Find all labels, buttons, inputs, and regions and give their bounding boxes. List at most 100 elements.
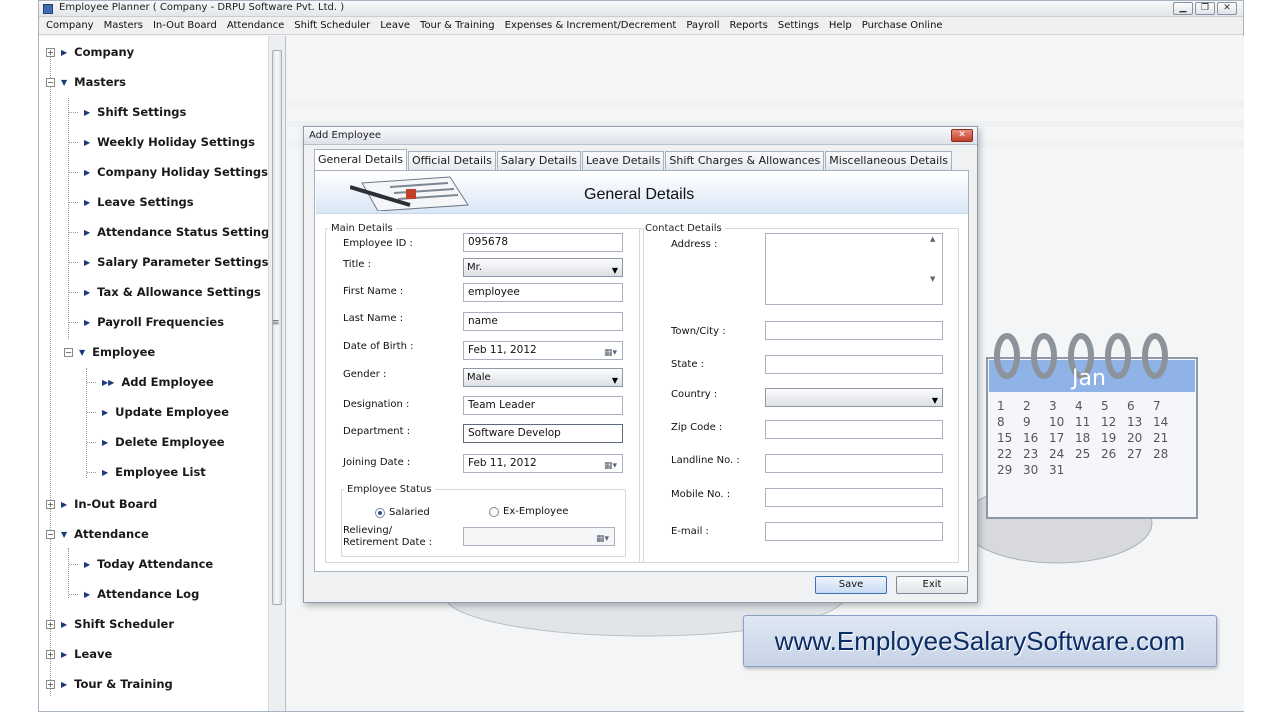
zip-code-field[interactable] (765, 420, 943, 439)
arrow-icon: ▶ (84, 317, 91, 327)
expand-icon[interactable]: + (46, 619, 55, 629)
calendar-graphic: Jan 1 2 3 4 5 6 78 9 10 11 12 13 1415 16 17 18 19 20 2122 2… (977, 333, 1198, 564)
tree-item-attendance-status-settings[interactable]: ▶ Attendance Status Settings (69, 223, 276, 241)
tree-item-payroll-frequencies[interactable]: ▶ Payroll Frequencies (69, 313, 224, 331)
department-label: Department : (343, 426, 411, 437)
tree-item-tax-allowance-settings[interactable]: ▶ Tax & Allowance Settings (69, 283, 261, 301)
menu-company[interactable]: Company (41, 20, 99, 31)
tree-item-attendance-log[interactable]: ▶ Attendance Log (69, 585, 199, 603)
country-select[interactable]: ▼ (765, 388, 943, 407)
tab-official-details[interactable]: Official Details (407, 151, 496, 170)
address-textarea[interactable]: ▲ ▼ (765, 233, 943, 305)
menu-masters[interactable]: Masters (99, 20, 148, 31)
tree-item-employee[interactable]: − ▼ Employee (64, 343, 155, 361)
expand-icon[interactable]: + (46, 649, 55, 659)
menu-settings[interactable]: Settings (773, 20, 824, 31)
tree-item-in-out-board[interactable]: + ▶ In-Out Board (46, 495, 157, 513)
relieving-label-line2: Retirement Date : (343, 537, 433, 548)
employee-id-field[interactable]: 095678 (463, 233, 623, 252)
minimize-button[interactable]: ▁ (1173, 2, 1193, 15)
department-field[interactable]: Software Develop (463, 424, 623, 443)
menu-tour-training[interactable]: Tour & Training (415, 20, 500, 31)
calendar-day: 28 (1153, 447, 1168, 461)
menu-attendance[interactable]: Attendance (222, 20, 289, 31)
menu-expenses[interactable]: Expenses & Increment/Decrement (500, 20, 682, 31)
tree-item-leave[interactable]: + ▶ Leave (46, 645, 112, 663)
tree-item-tour-training[interactable]: + ▶ Tour & Training (46, 675, 173, 693)
calendar-dropdown-icon[interactable]: ▦▾ (604, 458, 617, 472)
document-pen-icon (350, 176, 469, 211)
tab-leave-details[interactable]: Leave Details (582, 151, 665, 170)
tree-item-shift-settings[interactable]: ▶ Shift Settings (69, 103, 186, 121)
arrow-icon: ▶ (61, 649, 68, 659)
calendar-day: 14 (1153, 415, 1168, 429)
collapse-icon[interactable]: − (64, 347, 73, 357)
tree-item-weekly-holiday-settings[interactable]: ▶ Weekly Holiday Settings (69, 133, 255, 151)
arrow-icon: ▶ (102, 467, 109, 477)
tree-item-today-attendance[interactable]: ▶ Today Attendance (69, 555, 213, 573)
tree-item-leave-settings[interactable]: ▶ Leave Settings (69, 193, 194, 211)
calendar-day: 1 (997, 399, 1005, 413)
tree-item-employee-list[interactable]: ▶ Employee List (87, 463, 206, 481)
gender-select[interactable]: Male ▼ (463, 368, 623, 387)
joining-date-picker[interactable]: Feb 11, 2012 ▦▾ (463, 454, 623, 473)
menu-help[interactable]: Help (824, 20, 857, 31)
menu-in-out-board[interactable]: In-Out Board (148, 20, 222, 31)
tab-miscellaneous-details[interactable]: Miscellaneous Details (825, 151, 953, 170)
save-button[interactable]: Save (815, 576, 887, 594)
calendar-dropdown-icon[interactable]: ▦▾ (596, 531, 609, 545)
tree-item-company[interactable]: + ▶ Company (46, 43, 134, 61)
tree-item-update-employee[interactable]: ▶ Update Employee (87, 403, 229, 421)
last-name-field[interactable]: name (463, 312, 623, 331)
tree-item-salary-parameter-settings[interactable]: ▶ Salary Parameter Settings (69, 253, 268, 271)
ex-employee-radio[interactable]: Ex-Employee (489, 506, 568, 517)
calendar-day: 22 (997, 447, 1012, 461)
expand-icon[interactable]: + (46, 47, 55, 57)
landline-field[interactable] (765, 454, 943, 473)
first-name-field[interactable]: employee (463, 283, 623, 302)
collapse-icon[interactable]: − (46, 529, 55, 539)
menu-shift-scheduler[interactable]: Shift Scheduler (289, 20, 375, 31)
dob-date-picker[interactable]: Feb 11, 2012 ▦▾ (463, 341, 623, 360)
arrow-icon: ▶ (61, 679, 68, 689)
calendar-day: 10 (1049, 415, 1064, 429)
menu-leave[interactable]: Leave (375, 20, 415, 31)
arrow-down-icon: ▼ (79, 347, 86, 357)
tree-item-shift-scheduler[interactable]: + ▶ Shift Scheduler (46, 615, 174, 633)
expand-icon[interactable]: + (46, 499, 55, 509)
tree-item-attendance[interactable]: − ▼ Attendance (46, 525, 149, 543)
calendar-day: 25 (1075, 447, 1090, 461)
close-button[interactable]: ✕ (1217, 2, 1237, 15)
designation-field[interactable]: Team Leader (463, 396, 623, 415)
exit-button[interactable]: Exit (896, 576, 968, 594)
tree-item-add-employee[interactable]: ▶▶ Add Employee (87, 373, 214, 391)
sidebar-scrollbar[interactable]: ≡ (268, 36, 285, 711)
tab-shift-charges-allowances[interactable]: Shift Charges & Allowances (665, 151, 825, 170)
email-field[interactable] (765, 522, 943, 541)
arrow-icon: ▶ (84, 137, 91, 147)
tab-salary-details[interactable]: Salary Details (496, 151, 581, 170)
calendar-day: 2 (1023, 399, 1031, 413)
tree-item-company-holiday-settings[interactable]: ▶ Company Holiday Settings (69, 163, 268, 181)
title-select[interactable]: Mr. ▼ (463, 258, 623, 277)
textarea-scrollbar[interactable]: ▲ ▼ (930, 235, 941, 303)
menu-reports[interactable]: Reports (725, 20, 773, 31)
salaried-radio[interactable]: Salaried (375, 507, 430, 518)
tree-item-delete-employee[interactable]: ▶ Delete Employee (87, 433, 225, 451)
mobile-field[interactable] (765, 488, 943, 507)
last-name-label: Last Name : (343, 313, 404, 324)
collapse-icon[interactable]: − (46, 77, 55, 87)
arrow-icon: ▶ (84, 589, 91, 599)
town-city-field[interactable] (765, 321, 943, 340)
tree-item-masters[interactable]: − ▼ Masters (46, 73, 126, 91)
expand-icon[interactable]: + (46, 679, 55, 689)
email-label: E-mail : (671, 526, 709, 537)
relieving-date-picker[interactable]: ▦▾ (463, 527, 615, 546)
menu-purchase-online[interactable]: Purchase Online (857, 20, 948, 31)
state-field[interactable] (765, 355, 943, 374)
restore-button[interactable]: ❐ (1195, 2, 1215, 15)
menu-payroll[interactable]: Payroll (681, 20, 724, 31)
dialog-close-icon[interactable]: ✕ (951, 129, 973, 142)
tab-general-details[interactable]: General Details (314, 149, 407, 170)
calendar-dropdown-icon[interactable]: ▦▾ (604, 345, 617, 359)
